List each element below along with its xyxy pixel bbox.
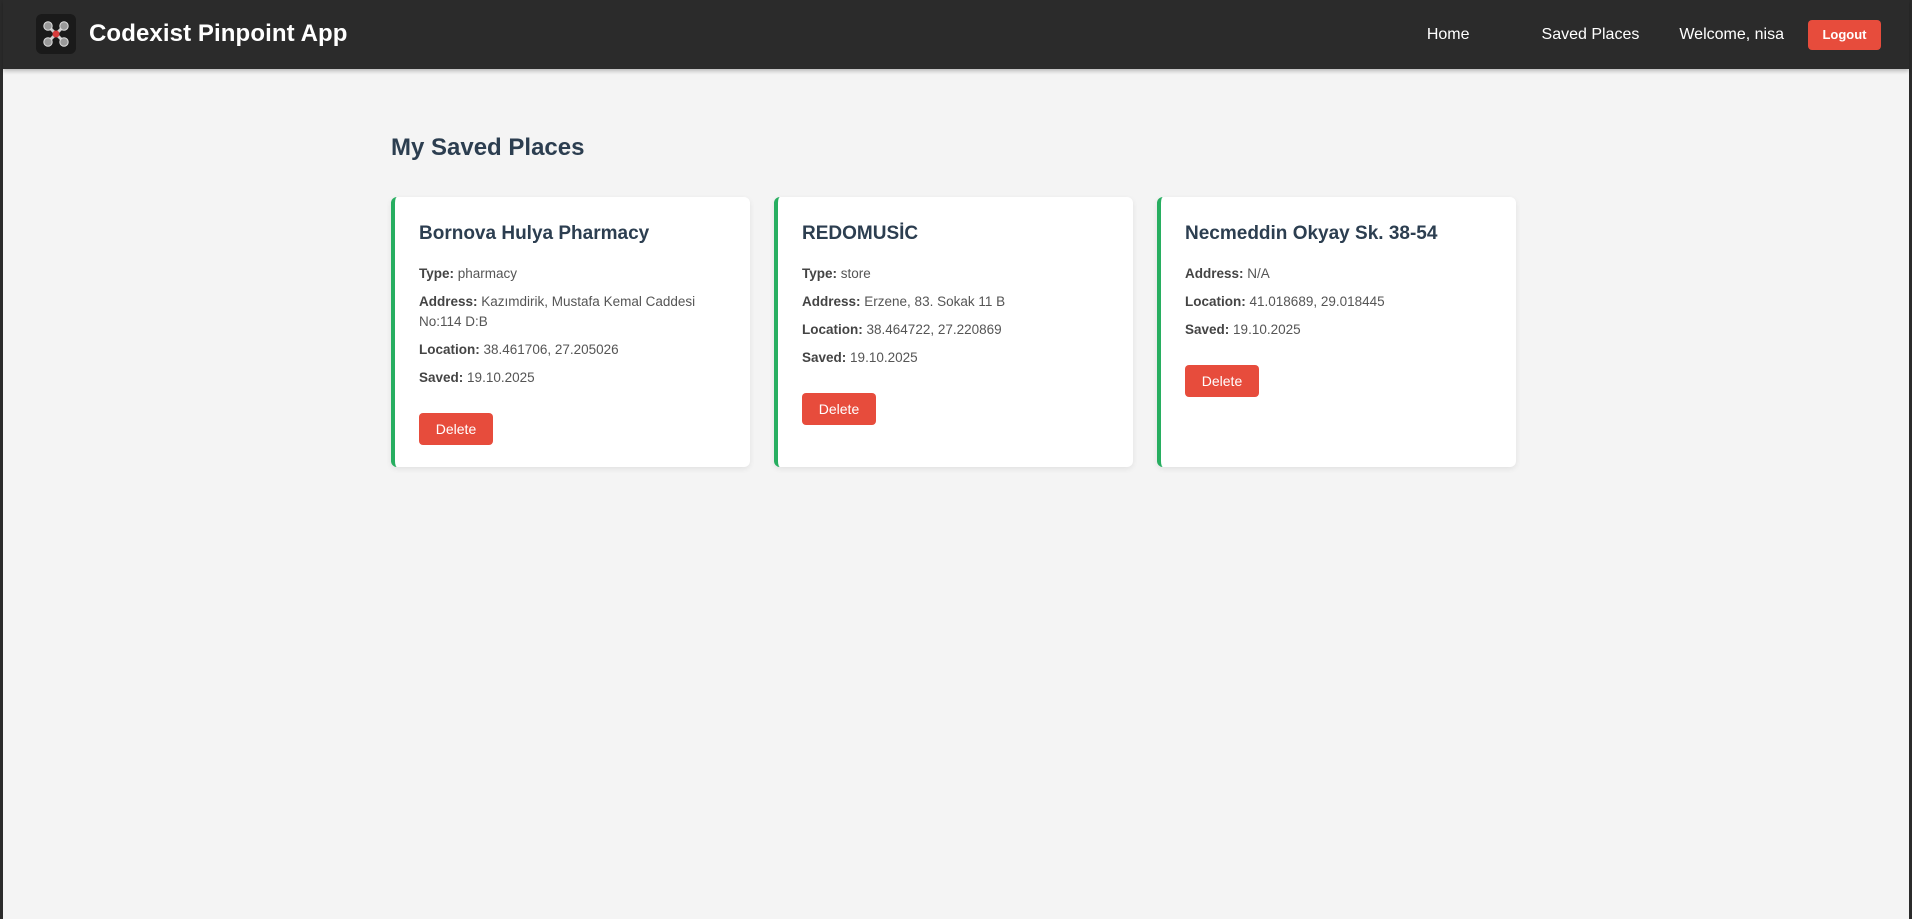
nav-home-link[interactable]: Home	[1427, 26, 1470, 44]
nav-links: Home Saved Places Welcome, nisa Logout	[1427, 0, 1881, 69]
nav-saved-places-link[interactable]: Saved Places	[1542, 26, 1640, 44]
saved-value: 19.10.2025	[850, 350, 918, 365]
place-saved-date: Saved: 19.10.2025	[802, 348, 1109, 368]
place-location: Location: 41.018689, 29.018445	[1185, 292, 1492, 312]
saved-value: 19.10.2025	[1233, 322, 1301, 337]
place-type: Type: store	[802, 264, 1109, 284]
place-type: Type: pharmacy	[419, 264, 726, 284]
address-value: Erzene, 83. Sokak 11 B	[864, 294, 1006, 309]
location-label: Location:	[802, 322, 863, 337]
address-label: Address:	[419, 294, 478, 309]
saved-label: Saved:	[1185, 322, 1230, 337]
place-name: Bornova Hulya Pharmacy	[419, 223, 650, 244]
type-label: Type:	[419, 266, 455, 281]
brand[interactable]: Codexist Pinpoint App	[36, 14, 348, 54]
place-card: Necmeddin Okyay Sk. 38-54 Address: N/A L…	[1157, 197, 1516, 467]
location-value: 38.464722, 27.220869	[866, 322, 1002, 337]
app-window: Codexist Pinpoint App Home Saved Places …	[0, 0, 1912, 919]
type-value: store	[840, 266, 871, 281]
saved-label: Saved:	[419, 370, 464, 385]
place-card: Bornova Hulya Pharmacy Type: pharmacy Ad…	[391, 197, 750, 467]
location-value: 41.018689, 29.018445	[1249, 294, 1385, 309]
top-navbar: Codexist Pinpoint App Home Saved Places …	[3, 0, 1909, 69]
saved-label: Saved:	[802, 350, 847, 365]
place-address: Address: Erzene, 83. Sokak 11 B	[802, 292, 1109, 312]
drone-icon	[36, 14, 76, 54]
saved-places-list: Bornova Hulya Pharmacy Type: pharmacy Ad…	[391, 197, 1540, 467]
logout-button[interactable]: Logout	[1808, 19, 1881, 50]
place-location: Location: 38.461706, 27.205026	[419, 340, 726, 360]
delete-button[interactable]: Delete	[1185, 365, 1259, 397]
place-card: REDOMUSİC Type: store Address: Erzene, 8…	[774, 197, 1133, 467]
address-label: Address:	[1185, 266, 1244, 281]
type-label: Type:	[802, 266, 838, 281]
app-title: Codexist Pinpoint App	[89, 20, 348, 47]
page-title: My Saved Places	[391, 134, 585, 161]
place-address: Address: Kazımdirik, Mustafa Kemal Cadde…	[419, 292, 726, 332]
place-name: Necmeddin Okyay Sk. 38-54	[1185, 223, 1438, 244]
place-address: Address: N/A	[1185, 264, 1492, 284]
delete-button[interactable]: Delete	[802, 393, 876, 425]
place-name: REDOMUSİC	[802, 223, 919, 244]
place-saved-date: Saved: 19.10.2025	[1185, 320, 1492, 340]
welcome-text: Welcome, nisa	[1679, 25, 1784, 43]
location-value: 38.461706, 27.205026	[483, 342, 619, 357]
place-saved-date: Saved: 19.10.2025	[419, 368, 726, 388]
address-label: Address:	[802, 294, 861, 309]
location-label: Location:	[1185, 294, 1246, 309]
delete-button[interactable]: Delete	[419, 413, 493, 445]
type-value: pharmacy	[457, 266, 518, 281]
place-location: Location: 38.464722, 27.220869	[802, 320, 1109, 340]
saved-value: 19.10.2025	[467, 370, 535, 385]
address-value: N/A	[1247, 266, 1270, 281]
location-label: Location:	[419, 342, 480, 357]
